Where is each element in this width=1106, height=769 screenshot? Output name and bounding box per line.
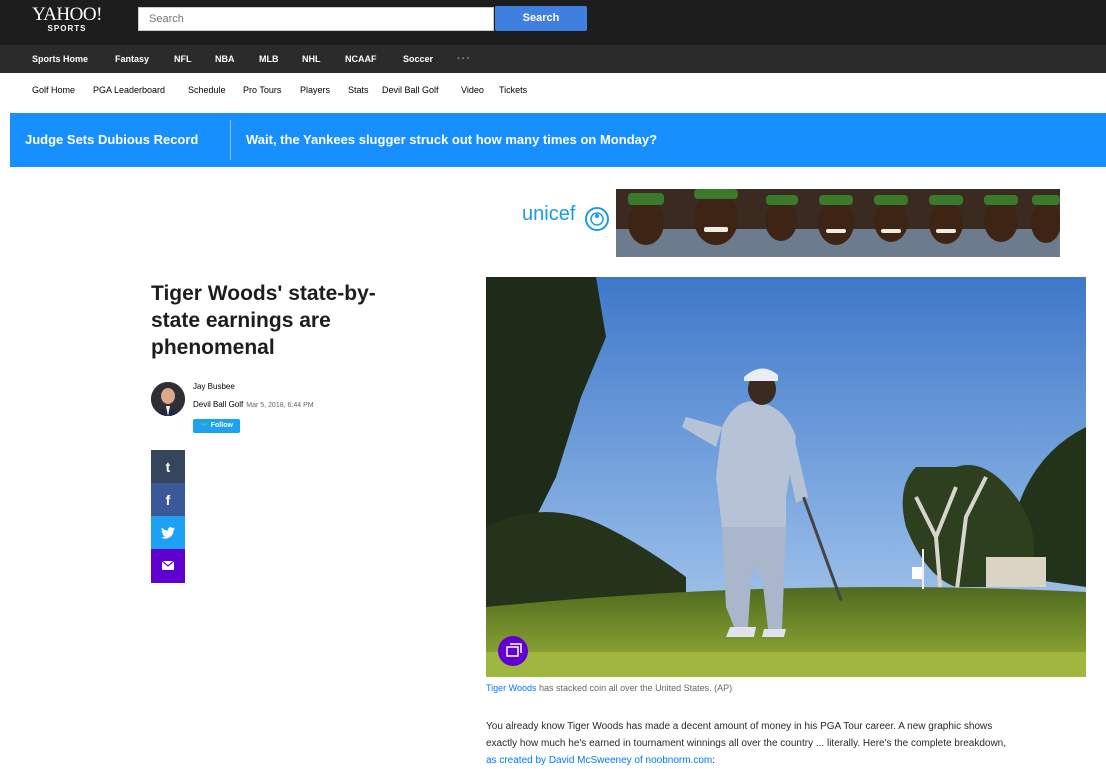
share-tumblr-button[interactable]: t	[151, 450, 185, 484]
tumblr-icon: t	[165, 459, 171, 475]
nav-mlb[interactable]: MLB	[259, 45, 279, 73]
breaking-news-banner[interactable]: Judge Sets Dubious Record Wait, the Yank…	[10, 113, 1106, 167]
tiger-woods-photo	[486, 277, 1086, 677]
nav-tickets[interactable]: Tickets	[499, 73, 527, 107]
search-input[interactable]	[138, 7, 494, 31]
banner-teaser[interactable]: Wait, the Yankees slugger struck out how…	[246, 113, 657, 167]
nav-nfl[interactable]: NFL	[174, 45, 192, 73]
ad-children-photo	[616, 189, 1060, 257]
caption-text: has stacked coin all over the United Sta…	[536, 683, 733, 693]
publish-date: Mar 5, 2018, 6:44 PM	[246, 402, 314, 409]
nav-soccer[interactable]: Soccer	[403, 45, 433, 73]
top-bar: YAHOO! SPORTS Search	[0, 0, 1106, 45]
byline: Devil Ball Golf Mar 5, 2018, 6:44 PM	[193, 400, 314, 409]
email-icon	[161, 560, 175, 571]
yahoo-sports-logo[interactable]: YAHOO! SPORTS	[32, 4, 102, 33]
share-twitter-button[interactable]	[151, 516, 185, 550]
nav-pga-leaderboard[interactable]: PGA Leaderboard	[93, 73, 165, 107]
gallery-icon	[506, 643, 522, 657]
unicef-ad[interactable]: unicef	[514, 189, 1060, 257]
nav-schedule[interactable]: Schedule	[188, 73, 226, 107]
nav-sports-home[interactable]: Sports Home	[32, 45, 88, 73]
body-line-1: You already know Tiger Woods has made a …	[486, 721, 993, 732]
caption-link[interactable]: Tiger Woods	[486, 683, 537, 693]
share-email-button[interactable]	[151, 549, 185, 583]
body-line-2: exactly how much he's earned in tourname…	[486, 738, 1007, 749]
nav-golf-home[interactable]: Golf Home	[32, 73, 75, 107]
nav-nhl[interactable]: NHL	[302, 45, 321, 73]
follow-button[interactable]: 🐦 Follow	[193, 419, 240, 433]
banner-divider	[230, 120, 231, 160]
primary-nav: Sports Home Fantasy NFL NBA MLB NHL NCAA…	[0, 45, 1106, 73]
outlet-name[interactable]: Devil Ball Golf	[193, 400, 243, 409]
nav-more-icon[interactable]: ···	[457, 45, 471, 73]
author-photo	[151, 382, 185, 416]
share-facebook-button[interactable]: f	[151, 483, 185, 517]
nav-stats[interactable]: Stats	[348, 73, 369, 107]
hero-image[interactable]	[486, 277, 1086, 677]
nav-devil-ball-golf[interactable]: Devil Ball Golf	[382, 73, 439, 107]
photo-caption: Tiger Woods has stacked coin all over th…	[486, 683, 732, 693]
nav-nba[interactable]: NBA	[215, 45, 235, 73]
twitter-icon	[161, 526, 175, 539]
article-body: You already know Tiger Woods has made a …	[486, 718, 1086, 769]
body-tail: :	[712, 755, 716, 766]
body-source-link[interactable]: as created by David McSweeney of noobnor…	[486, 755, 712, 766]
unicef-wordmark: unicef	[522, 203, 576, 225]
nav-players[interactable]: Players	[300, 73, 330, 107]
search-button[interactable]: Search	[495, 6, 587, 31]
logo-sub: SPORTS	[47, 24, 87, 33]
golf-nav: Golf Home PGA Leaderboard Schedule Pro T…	[0, 73, 1106, 107]
facebook-icon: f	[165, 492, 171, 508]
nav-fantasy[interactable]: Fantasy	[115, 45, 149, 73]
logo-main: YAHOO!	[32, 4, 102, 25]
nav-video[interactable]: Video	[461, 73, 484, 107]
nav-pro-tours[interactable]: Pro Tours	[243, 73, 281, 107]
banner-headline[interactable]: Judge Sets Dubious Record	[25, 113, 198, 167]
author-name[interactable]: Jay Busbee	[193, 382, 235, 391]
twitter-bird-icon: 🐦	[200, 422, 209, 429]
author-avatar[interactable]	[151, 382, 185, 416]
gallery-button[interactable]	[498, 636, 528, 666]
unicef-globe-icon	[585, 207, 609, 231]
nav-ncaaf[interactable]: NCAAF	[345, 45, 377, 73]
follow-label: Follow	[210, 422, 233, 429]
article-title: Tiger Woods' state-by-state earnings are…	[151, 282, 376, 359]
